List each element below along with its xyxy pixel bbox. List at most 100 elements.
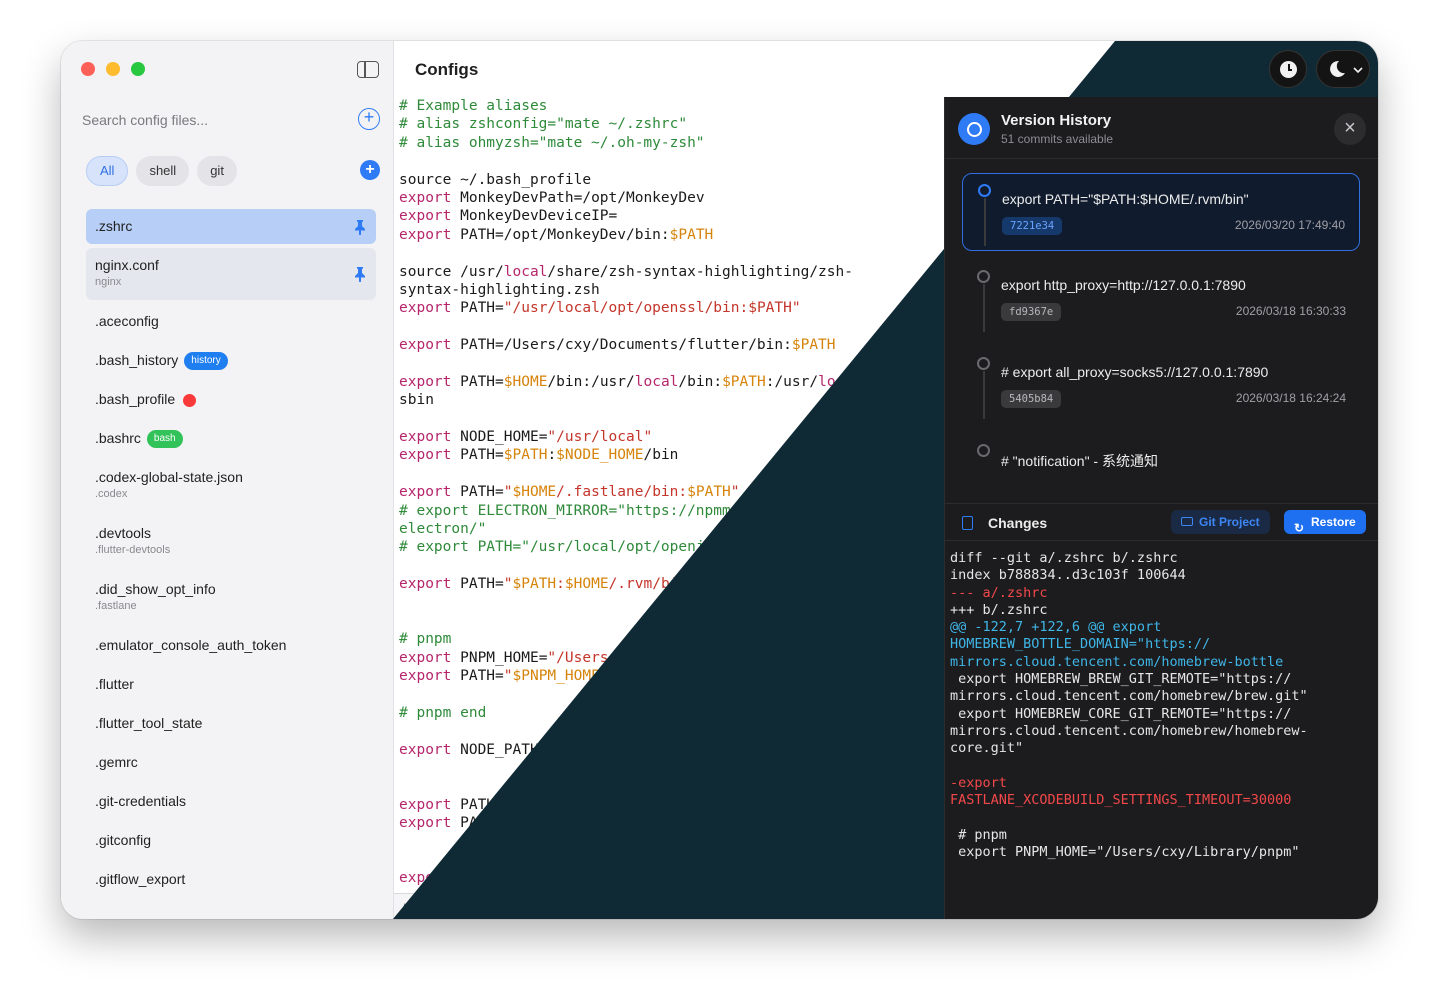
zoom-window-button[interactable]	[131, 62, 145, 76]
pin-icon[interactable]	[354, 219, 366, 235]
code-line: source /usr/local/share/zsh-syntax-highl…	[399, 263, 853, 280]
sidebar-toggle-icon[interactable]	[357, 61, 379, 78]
file-item[interactable]: .gitflow_export	[86, 862, 376, 897]
file-name: .bash_history history	[95, 343, 367, 378]
file-item[interactable]: .devtools .flutter-devtools	[86, 516, 376, 568]
file-item[interactable]: .git-credentials	[86, 784, 376, 819]
code-line: # export ELECTRON_MIRROR="https://npmmir…	[399, 502, 888, 519]
file-item[interactable]: .gemrc	[86, 745, 376, 780]
close-history-button[interactable]: ×	[1334, 113, 1366, 145]
document-icon	[962, 516, 973, 530]
search-input[interactable]	[82, 111, 332, 129]
commit-dot-icon	[977, 270, 990, 283]
diff-line: export PNPM_HOME="/Users/cxy/Library/pnp…	[950, 844, 1300, 861]
commit-dot-icon	[977, 357, 990, 370]
code-line: export ANDROID_HOME=/Users/cxy/Library/A…	[399, 870, 836, 887]
file-item[interactable]: .gitconfig	[86, 823, 376, 858]
commit-item[interactable]: # "notification" - 系统通知	[962, 434, 1360, 467]
file-list: .zshrc nginx.conf nginx .aceconfig .bash_his…	[86, 209, 376, 901]
file-item[interactable]: .did_show_opt_info .fastlane	[86, 572, 376, 624]
file-tag-badge: bash	[146, 430, 183, 449]
file-item[interactable]: .zshrc	[86, 209, 376, 244]
file-item[interactable]: .aceconfig	[86, 304, 376, 339]
commit-date: 2026/03/18 16:30:33	[1235, 304, 1346, 318]
pin-icon[interactable]	[354, 266, 366, 282]
code-line: # export PATH="/usr/local/opt/openjdk@8/…	[399, 539, 836, 556]
code-line: export NODE_PATH="$(npm root -g)"	[399, 741, 688, 758]
add-tag-button[interactable]: +	[360, 160, 380, 180]
history-icon	[958, 113, 990, 145]
diff-line: index b788834..d3c103f 100644	[950, 567, 1186, 584]
changes-bar: Changes Git Project ↻ Restore	[945, 503, 1378, 541]
diff-view[interactable]: diff --git a/.zshrc b/.zshrc index b78883…	[950, 550, 1375, 861]
chip-git[interactable]: git	[197, 156, 237, 186]
clock-icon	[1280, 61, 1297, 78]
diff-line: diff --git a/.zshrc b/.zshrc	[950, 550, 1178, 566]
history-button[interactable]	[1269, 50, 1307, 88]
commit-item[interactable]: export PATH="$PATH:$HOME/.rvm/bin" 7221e3…	[962, 173, 1360, 251]
git-project-label: Git Project	[1199, 515, 1260, 529]
commit-hash: 7221e34	[1002, 217, 1063, 235]
code-line: export PATH="/usr/local/opt/openssl/bin:…	[399, 300, 801, 317]
restore-button[interactable]: ↻ Restore	[1284, 510, 1366, 535]
commit-list: export PATH="$PATH:$HOME/.rvm/bin" 7221e3…	[945, 159, 1378, 467]
code-line: syntax-highlighting.zsh	[399, 281, 600, 298]
code-editor[interactable]: # Example aliases # alias zshconfig="mate…	[399, 97, 944, 893]
minimize-window-button[interactable]	[106, 62, 120, 76]
file-name: .gemrc	[95, 754, 138, 770]
commit-dot-icon	[977, 444, 990, 457]
file-item[interactable]: .codex-global-state.json .codex	[86, 460, 376, 512]
restore-icon: ↻	[1294, 521, 1305, 535]
file-tag-badge: history	[184, 352, 228, 371]
diff-line: export HOMEBREW_BREW_GIT_REMOTE="https:/…	[950, 671, 1292, 688]
diff-line: -export	[950, 774, 1007, 791]
code-line: export MonkeyDevDeviceIP=	[399, 208, 618, 225]
changes-label: Changes	[988, 515, 1048, 531]
app-window: + All shell git + .zshrc nginx.confnginx.…	[61, 41, 1378, 919]
file-item[interactable]: .flutter	[86, 667, 376, 702]
code-line: # Example aliases	[399, 98, 548, 114]
commit-message: # export all_proxy=socks5://127.0.0.1:78…	[1001, 364, 1269, 380]
diff-line: mirrors.cloud.tencent.com/homebrew/homeb…	[950, 722, 1308, 739]
code-line: export PATH=$HOME/bin:/usr/local/bin:$PA…	[399, 373, 871, 390]
file-item[interactable]: .bash_history history	[86, 343, 376, 378]
code-line: export PATH=/opt/MonkeyDev/bin:$PATH	[399, 226, 714, 243]
file-item[interactable]: .bashrc bash	[86, 421, 376, 456]
history-title: Version History	[1001, 112, 1112, 129]
code-line: # pnpm end	[399, 704, 487, 721]
code-content[interactable]: # Example aliases # alias zshconfig="mate…	[399, 97, 944, 888]
sidebar: + All shell git + .zshrc nginx.confnginx.…	[61, 41, 394, 919]
git-project-button[interactable]: Git Project	[1171, 510, 1270, 534]
add-config-button[interactable]: +	[358, 108, 380, 130]
commit-item[interactable]: # export all_proxy=socks5://127.0.0.1:78…	[962, 347, 1360, 425]
commit-item[interactable]: export http_proxy=http://127.0.0.1:7890 f…	[962, 260, 1360, 338]
file-item[interactable]: .bash_profile	[86, 382, 376, 417]
file-name: .aceconfig	[95, 313, 159, 329]
chip-all[interactable]: All	[86, 156, 129, 186]
file-item[interactable]: .flutter_tool_state	[86, 706, 376, 741]
close-window-button[interactable]	[81, 62, 95, 76]
code-line: # alias ohmyzsh="mate ~/.oh-my-zsh"	[399, 134, 705, 151]
code-line: electron/"	[399, 520, 487, 537]
file-name: .gitflow_export	[95, 871, 186, 887]
moon-icon	[1330, 60, 1345, 77]
folder-icon	[1181, 517, 1193, 526]
file-name: .bash_profile	[95, 382, 367, 417]
theme-toggle-button[interactable]	[1316, 50, 1370, 88]
code-line: source ~/.bash_profile	[399, 171, 592, 188]
timeline-line	[983, 371, 985, 419]
file-name: .devtools	[95, 525, 152, 541]
code-line: export PATH="$PATH:$HOME/.rvm/bin"	[399, 576, 696, 593]
file-item[interactable]: nginx.conf nginx	[86, 248, 376, 300]
chip-shell[interactable]: shell	[136, 156, 190, 186]
file-item[interactable]: .emulator_console_auth_token	[86, 628, 376, 663]
code-line: export PATH=$PATH:$NODE_HOME/bin	[399, 447, 679, 464]
code-line: export PATH="${OHPM_HOME}"/bin:${PATH}	[399, 796, 731, 813]
